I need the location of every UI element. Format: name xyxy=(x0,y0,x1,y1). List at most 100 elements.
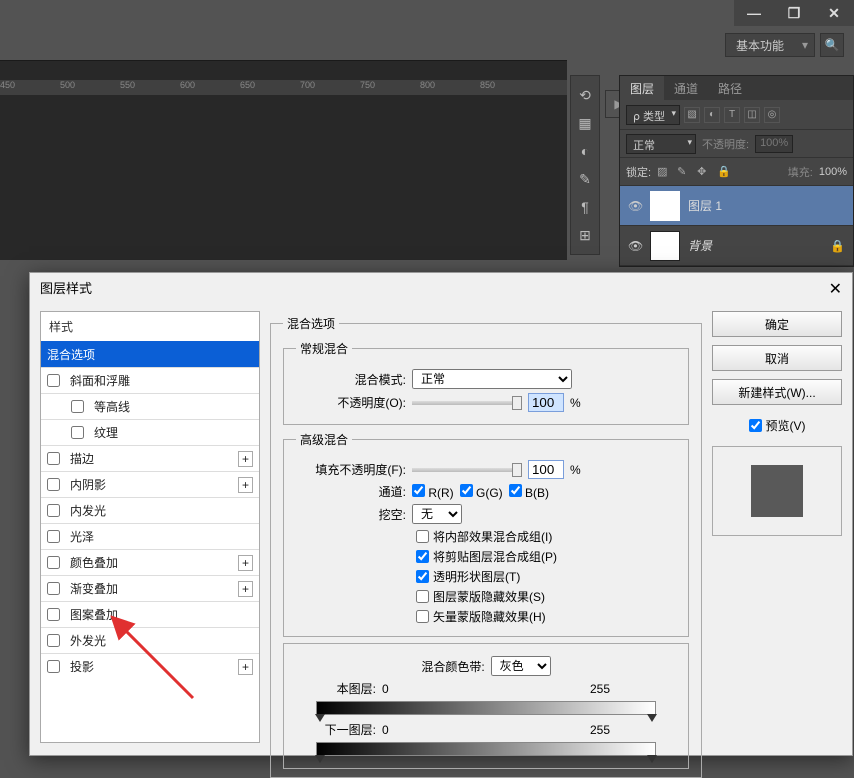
visibility-icon[interactable]: 👁 xyxy=(628,239,642,253)
style-contour[interactable]: 等高线 xyxy=(41,393,259,419)
style-bevel[interactable]: 斜面和浮雕 xyxy=(41,367,259,393)
style-outer-glow-checkbox[interactable] xyxy=(47,634,60,647)
opacity-input[interactable] xyxy=(528,393,564,412)
channel-b-checkbox[interactable] xyxy=(509,484,522,497)
lock-paint-icon[interactable]: ✎ xyxy=(677,165,691,179)
fill-label: 填充: xyxy=(788,164,813,180)
tool-char-icon[interactable]: ¶ xyxy=(572,194,598,220)
style-gradient-overlay-checkbox[interactable] xyxy=(47,582,60,595)
channel-g-checkbox[interactable] xyxy=(460,484,473,497)
preview-checkbox[interactable] xyxy=(749,419,762,432)
workspace-selector[interactable]: 基本功能 xyxy=(725,33,815,57)
maximize-button[interactable]: ❐ xyxy=(774,0,814,26)
add-gradient-overlay-button[interactable]: + xyxy=(238,581,253,597)
layer-filter-kind[interactable]: ⍴ 类型 xyxy=(626,105,680,125)
dialog-close-button[interactable]: ✕ xyxy=(829,279,842,299)
add-inner-shadow-button[interactable]: + xyxy=(238,477,253,493)
blend-mode-select[interactable]: 正常 xyxy=(626,134,696,154)
channel-r[interactable]: R(R) xyxy=(412,484,454,500)
style-blend-options[interactable]: 混合选项 xyxy=(41,341,259,367)
under-layer-gradient[interactable] xyxy=(316,742,656,756)
opt-transparent-shape-checkbox[interactable] xyxy=(416,570,429,583)
workspace-label: 基本功能 xyxy=(736,37,784,54)
style-inner-shadow-checkbox[interactable] xyxy=(47,478,60,491)
style-texture-checkbox[interactable] xyxy=(71,426,84,439)
style-inner-shadow[interactable]: 内阴影 + xyxy=(41,471,259,497)
lock-pixels-icon[interactable]: ▨ xyxy=(657,165,671,179)
add-color-overlay-button[interactable]: + xyxy=(238,555,253,571)
opt-inner-effects-checkbox[interactable] xyxy=(416,530,429,543)
style-contour-label: 等高线 xyxy=(94,398,130,415)
ruler-mark: 800 xyxy=(420,80,480,90)
blending-options-legend: 混合选项 xyxy=(283,315,339,332)
tool-brush-icon[interactable]: ✎ xyxy=(572,166,598,192)
filter-smart-icon[interactable]: ◎ xyxy=(764,107,780,123)
channel-g[interactable]: G(G) xyxy=(460,484,503,500)
layer-name[interactable]: 图层 1 xyxy=(688,197,722,214)
tool-prop-icon[interactable]: ⊞ xyxy=(572,222,598,248)
layer-thumbnail[interactable] xyxy=(650,191,680,221)
style-texture[interactable]: 纹理 xyxy=(41,419,259,445)
tab-paths[interactable]: 路径 xyxy=(708,76,752,100)
close-button[interactable]: ✕ xyxy=(814,0,854,26)
tool-history-icon[interactable]: ⟲ xyxy=(572,82,598,108)
style-stroke-checkbox[interactable] xyxy=(47,452,60,465)
visibility-icon[interactable]: 👁 xyxy=(628,199,642,213)
opt-vector-mask-checkbox[interactable] xyxy=(416,610,429,623)
search-button[interactable]: 🔍 xyxy=(820,33,844,57)
blend-mode-select[interactable]: 正常 xyxy=(412,369,572,389)
layer-item-background[interactable]: 👁 背景 🔒 xyxy=(620,226,853,266)
this-layer-gradient[interactable] xyxy=(316,701,656,715)
filter-image-icon[interactable]: ▧ xyxy=(684,107,700,123)
filter-adjust-icon[interactable]: ◐ xyxy=(704,107,720,123)
style-color-overlay-checkbox[interactable] xyxy=(47,556,60,569)
opacity-slider[interactable] xyxy=(412,401,522,405)
tool-adjust-icon[interactable]: ◐ xyxy=(572,138,598,164)
tool-swatches-icon[interactable]: ▦ xyxy=(572,110,598,136)
channel-b[interactable]: B(B) xyxy=(509,484,549,500)
style-stroke[interactable]: 描边+ xyxy=(41,445,259,471)
layer-thumbnail[interactable] xyxy=(650,231,680,261)
tab-layers[interactable]: 图层 xyxy=(620,76,664,100)
layer-item-1[interactable]: 👁 图层 1 xyxy=(620,186,853,226)
channel-r-checkbox[interactable] xyxy=(412,484,425,497)
fill-opacity-input[interactable] xyxy=(528,460,564,479)
fill-opacity-slider[interactable] xyxy=(412,468,522,472)
cancel-button[interactable]: 取消 xyxy=(712,345,842,371)
style-satin-checkbox[interactable] xyxy=(47,530,60,543)
preview-toggle[interactable]: 预览(V) xyxy=(712,417,842,434)
fill-value[interactable]: 100% xyxy=(819,166,847,178)
style-inner-glow-checkbox[interactable] xyxy=(47,504,60,517)
ok-button[interactable]: 确定 xyxy=(712,311,842,337)
opt-clip-blend-checkbox[interactable] xyxy=(416,550,429,563)
channels-label: 通道: xyxy=(296,483,406,500)
style-inner-shadow-label: 内阴影 xyxy=(70,476,106,493)
opacity-value[interactable]: 100% xyxy=(755,135,793,153)
style-pattern-overlay-checkbox[interactable] xyxy=(47,608,60,621)
opt-layer-mask-checkbox[interactable] xyxy=(416,590,429,603)
lock-move-icon[interactable]: ✥ xyxy=(697,165,711,179)
style-satin[interactable]: 光泽 xyxy=(41,523,259,549)
style-inner-glow[interactable]: 内发光 xyxy=(41,497,259,523)
style-color-overlay[interactable]: 颜色叠加+ xyxy=(41,549,259,575)
filter-type-icon[interactable]: T xyxy=(724,107,740,123)
filter-shape-icon[interactable]: ◫ xyxy=(744,107,760,123)
add-stroke-button[interactable]: + xyxy=(238,451,253,467)
style-outer-glow[interactable]: 外发光 xyxy=(41,627,259,653)
opt-transparent-shape-label: 透明形状图层(T) xyxy=(433,568,520,585)
tab-channels[interactable]: 通道 xyxy=(664,76,708,100)
style-contour-checkbox[interactable] xyxy=(71,400,84,413)
knockout-select[interactable]: 无 xyxy=(412,504,462,524)
preview-swatch xyxy=(751,465,803,517)
lock-all-icon[interactable]: 🔒 xyxy=(717,165,731,179)
blend-if-select[interactable]: 灰色 xyxy=(491,656,551,676)
style-pattern-overlay[interactable]: 图案叠加 xyxy=(41,601,259,627)
style-drop-shadow[interactable]: 投影+ xyxy=(41,653,259,679)
style-gradient-overlay[interactable]: 渐变叠加+ xyxy=(41,575,259,601)
new-style-button[interactable]: 新建样式(W)... xyxy=(712,379,842,405)
style-drop-shadow-checkbox[interactable] xyxy=(47,660,60,673)
add-drop-shadow-button[interactable]: + xyxy=(238,659,253,675)
minimize-button[interactable]: — xyxy=(734,0,774,26)
style-bevel-checkbox[interactable] xyxy=(47,374,60,387)
layer-name[interactable]: 背景 xyxy=(688,237,712,254)
